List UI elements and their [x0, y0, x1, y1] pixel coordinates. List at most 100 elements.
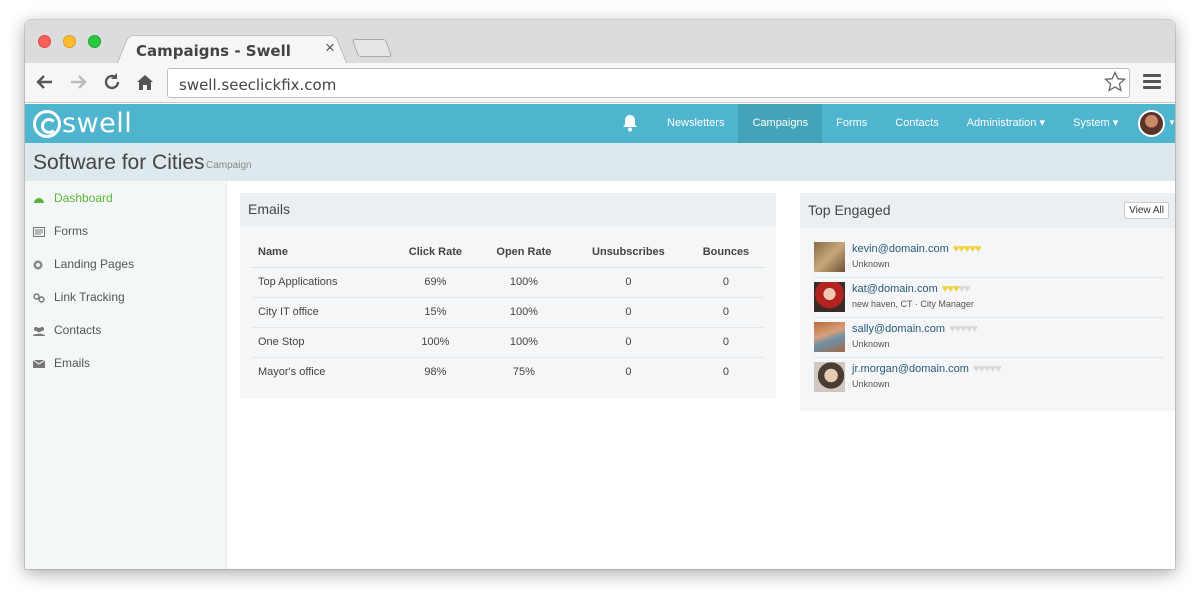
- link-icon: [33, 292, 45, 303]
- engagement-hearts-icon: ♥♥♥♥♥: [941, 283, 971, 295]
- nav-contacts[interactable]: Contacts: [881, 104, 952, 143]
- column-header: Click Rate: [391, 238, 479, 268]
- email-name-cell[interactable]: City IT office: [252, 297, 392, 328]
- nav-system[interactable]: System ▾: [1059, 104, 1132, 143]
- open-rate-cell: 100%: [478, 267, 569, 298]
- column-header: Name: [252, 238, 392, 268]
- url-text: swell.seeclickfix.com: [179, 76, 337, 94]
- open-rate-cell: 100%: [478, 297, 569, 328]
- click-rate-cell: 100%: [391, 327, 479, 358]
- sidebar-item-contacts[interactable]: Contacts: [33, 323, 101, 337]
- bounces-cell: 0: [687, 267, 764, 298]
- bounces-cell: 0: [687, 327, 764, 358]
- emails-panel: Emails Name Click Rate Open Rate Unsubsc…: [240, 193, 776, 398]
- email-name-cell[interactable]: One Stop: [252, 327, 392, 358]
- forward-arrow-icon[interactable]: [67, 71, 89, 93]
- bounces-cell: 0: [722, 366, 730, 379]
- page-subtitle: Campaign: [206, 160, 252, 171]
- sidebar-item-landing-pages[interactable]: Landing Pages: [33, 257, 134, 271]
- browser-toolbar: swell.seeclickfix.com: [25, 63, 1175, 103]
- back-arrow-icon[interactable]: [34, 71, 56, 93]
- contact-email[interactable]: kevin@domain.com ♥♥♥♥♥: [852, 243, 981, 255]
- tab-title: Campaigns - Swell: [136, 42, 291, 60]
- sidebar: Dashboard Forms Landing Pages Link Track…: [25, 181, 227, 569]
- sidebar-item-label: Emails: [54, 356, 91, 370]
- contact-row[interactable]: kat@domain.com ♥♥♥♥♥ new haven, CT · City…: [814, 278, 1164, 318]
- unsubscribes-cell: 0: [625, 366, 632, 379]
- sidebar-item-link-tracking[interactable]: Link Tracking: [33, 290, 125, 304]
- sidebar-item-dashboard[interactable]: Dashboard: [33, 191, 113, 205]
- address-bar[interactable]: swell.seeclickfix.com: [167, 68, 1130, 98]
- contact-email-text: kevin@domain.com: [852, 243, 949, 255]
- tab-strip: Campaigns - Swell ×: [25, 20, 1175, 63]
- dashboard-icon: [33, 193, 45, 203]
- contact-email[interactable]: jr.morgan@domain.com ♥♥♥♥♥: [852, 363, 1002, 375]
- reload-icon[interactable]: [101, 71, 123, 93]
- unsubscribes-cell: 0: [568, 297, 688, 328]
- user-avatar[interactable]: [1138, 110, 1165, 137]
- column-header: Open Rate: [478, 238, 569, 268]
- sidebar-item-label: Dashboard: [54, 191, 113, 205]
- contact-email-text: sally@domain.com: [852, 323, 946, 335]
- app-navbar: swell Newsletters Campaigns Forms Contac…: [25, 104, 1175, 143]
- contacts-icon: [33, 325, 45, 336]
- sidebar-item-label: Landing Pages: [54, 257, 135, 271]
- nav-forms[interactable]: Forms: [822, 104, 881, 143]
- table-header-row: Name Click Rate Open Rate Unsubscribes B…: [252, 238, 764, 268]
- click-rate-cell: 15%: [391, 297, 479, 328]
- new-tab-button[interactable]: [351, 39, 393, 57]
- contact-detail: Unknown: [852, 379, 890, 389]
- unsubscribes-cell: 0: [568, 267, 688, 298]
- table-row[interactable]: One Stop 100% 100% 0 0: [252, 327, 764, 358]
- sidebar-item-label: Contacts: [54, 323, 102, 337]
- open-rate-cell: 75%: [512, 366, 535, 379]
- contact-row[interactable]: kevin@domain.com ♥♥♥♥♥ Unknown: [814, 238, 1164, 278]
- table-row[interactable]: Mayor's office 98% 75% 0 0: [252, 357, 764, 387]
- unsubscribes-cell: 0: [568, 327, 688, 358]
- open-rate-cell: 100%: [478, 327, 569, 358]
- top-engaged-header: Top Engaged View All: [800, 193, 1175, 228]
- top-engaged-panel: Top Engaged View All kevin@domain.com ♥♥♥…: [800, 193, 1175, 411]
- contact-avatar: [814, 322, 845, 352]
- table-row[interactable]: City IT office 15% 100% 0 0: [252, 297, 764, 328]
- bookmark-star-icon[interactable]: [1103, 70, 1127, 100]
- contact-email-text: jr.morgan@domain.com: [852, 363, 969, 375]
- email-name-cell[interactable]: Top Applications: [252, 267, 392, 298]
- swell-logo[interactable]: swell: [33, 108, 132, 139]
- contact-row[interactable]: sally@domain.com ♥♥♥♥♥ Unknown: [814, 318, 1164, 358]
- contact-detail: new haven, CT · City Manager: [852, 299, 974, 309]
- page-title: Software for Cities: [33, 151, 205, 174]
- nav-newsletters[interactable]: Newsletters: [653, 104, 738, 143]
- click-rate-cell: 69%: [391, 267, 479, 298]
- bell-icon[interactable]: [622, 114, 638, 132]
- close-window-button[interactable]: [38, 35, 51, 48]
- nav-campaigns[interactable]: Campaigns: [738, 104, 823, 143]
- contact-email[interactable]: sally@domain.com ♥♥♥♥♥: [852, 323, 978, 335]
- email-name-cell[interactable]: Mayor's office: [252, 357, 392, 387]
- emails-table: Name Click Rate Open Rate Unsubscribes B…: [252, 238, 764, 387]
- contact-row[interactable]: jr.morgan@domain.com ♥♥♥♥♥ Unknown: [814, 358, 1164, 398]
- view-all-button[interactable]: View All: [1124, 202, 1169, 219]
- minimize-window-button[interactable]: [63, 35, 76, 48]
- maximize-window-button[interactable]: [88, 35, 101, 48]
- table-row[interactable]: Top Applications 69% 100% 0 0: [252, 267, 764, 298]
- contact-avatar: [814, 242, 845, 272]
- nav-administration[interactable]: Administration ▾: [953, 104, 1059, 143]
- chevron-down-icon[interactable]: ▼: [1168, 118, 1175, 127]
- landing-pages-icon: [33, 259, 45, 270]
- home-icon[interactable]: [134, 71, 156, 93]
- sidebar-item-forms[interactable]: Forms: [33, 224, 88, 238]
- sidebar-item-label: Link Tracking: [54, 290, 125, 304]
- contact-avatar: [814, 362, 845, 392]
- top-engaged-heading: Top Engaged: [808, 202, 891, 218]
- sidebar-item-emails[interactable]: Emails: [32, 356, 91, 370]
- emails-heading: Emails: [240, 193, 776, 226]
- tab-close-icon[interactable]: ×: [325, 38, 335, 58]
- contact-email[interactable]: kat@domain.com ♥♥♥♥♥: [852, 283, 971, 295]
- contact-avatar: [814, 282, 845, 312]
- main-nav: Newsletters Campaigns Forms Contacts Adm…: [653, 104, 1132, 143]
- sidebar-item-label: Forms: [54, 224, 88, 238]
- browser-window: Campaigns - Swell × swell.seeclickfix.co…: [25, 20, 1175, 569]
- browser-menu-icon[interactable]: [1143, 74, 1161, 92]
- logo-icon: [33, 109, 61, 138]
